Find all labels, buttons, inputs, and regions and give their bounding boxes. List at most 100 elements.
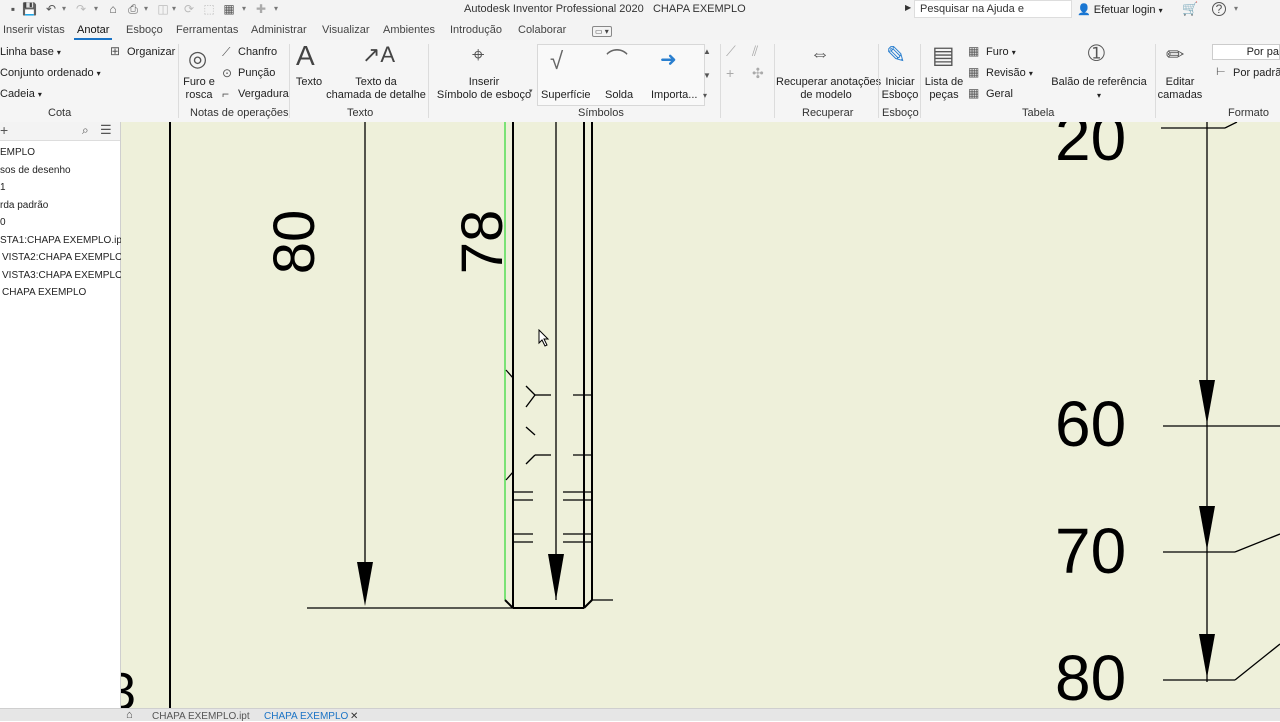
revisao-button[interactable]: Revisão ▾ bbox=[986, 67, 1033, 80]
gallery-expand-icon[interactable]: ▾ bbox=[703, 92, 707, 100]
add-icon[interactable]: + bbox=[0, 123, 8, 137]
tab-ambientes[interactable]: Ambientes bbox=[383, 24, 435, 36]
furo-table-button[interactable]: Furo ▾ bbox=[986, 46, 1016, 59]
print-dropdown-icon[interactable]: ▾ bbox=[142, 2, 150, 16]
superficie-button[interactable]: Superfície bbox=[541, 89, 591, 102]
importa-button[interactable]: Importa... bbox=[651, 89, 697, 102]
browser-item[interactable]: 0 bbox=[0, 217, 6, 228]
recuperar-anotacoes-button[interactable]: Recuperar anotações de modelo bbox=[776, 76, 881, 102]
select-icon[interactable]: ⬚ bbox=[202, 2, 216, 16]
drawing-canvas[interactable]: 80 78 20 60 70 80 3 bbox=[121, 122, 1280, 708]
iniciar-esboco-button[interactable]: Iniciar Esboço bbox=[880, 76, 920, 102]
help-search-input[interactable]: Pesquisar na Ajuda e comandos... bbox=[914, 0, 1072, 32]
sketch-symbol-icon: ⌖ bbox=[472, 42, 485, 67]
dimension-text-80[interactable]: 80 bbox=[1055, 646, 1126, 708]
help-icon[interactable]: ? bbox=[1212, 2, 1226, 16]
cadeia-button[interactable]: Cadeia ▾ bbox=[0, 88, 42, 101]
puncao-button[interactable]: Punção bbox=[238, 67, 275, 80]
tab-colaborar[interactable]: Colaborar bbox=[518, 24, 566, 36]
inserir-dropdown-icon[interactable]: ▾ bbox=[529, 88, 533, 95]
panel-separator bbox=[289, 44, 290, 118]
gallery-down-icon[interactable]: ▼ bbox=[703, 72, 711, 80]
center-mark-icon[interactable]: + bbox=[726, 66, 734, 80]
vergadura-button[interactable]: Vergadura bbox=[238, 88, 289, 101]
gallery-up-icon[interactable]: ▲ bbox=[703, 48, 711, 56]
furo-rosca-label-2: rosca bbox=[185, 89, 213, 101]
browser-item[interactable]: VISTA3:CHAPA EXEMPLO.ip bbox=[2, 270, 133, 281]
print-icon[interactable]: ⎙ bbox=[126, 2, 140, 16]
browser-item[interactable]: STA1:CHAPA EXEMPLO.ipt bbox=[0, 235, 125, 246]
linha-base-button[interactable]: Linha base ▾ bbox=[0, 46, 61, 59]
browser-item[interactable]: EMPLO bbox=[0, 147, 35, 158]
editar-label-2: camadas bbox=[1157, 89, 1203, 101]
home-icon[interactable]: ⌂ bbox=[126, 709, 133, 721]
dimension-text-78-vertical[interactable]: 78 bbox=[448, 207, 536, 277]
redo-icon[interactable]: ↷ bbox=[74, 2, 88, 16]
style-select[interactable]: Por pa bbox=[1212, 44, 1280, 60]
add-icon[interactable]: ✚ bbox=[254, 2, 268, 16]
centerline-bisector-icon[interactable]: ⫽ bbox=[752, 44, 758, 58]
dimension-text-70[interactable]: 70 bbox=[1055, 519, 1126, 583]
hole-thread-icon: ◎ bbox=[188, 46, 208, 71]
tab-administrar[interactable]: Administrar bbox=[251, 24, 307, 36]
browser-item[interactable]: sos de desenho bbox=[0, 165, 71, 176]
inserir-simbolo-button[interactable]: Inserir Símbolo de esboço bbox=[436, 76, 532, 102]
editar-camadas-button[interactable]: Editar camadas bbox=[1156, 76, 1204, 102]
centered-pattern-icon[interactable]: ✣ bbox=[752, 66, 764, 80]
customize-dropdown-icon[interactable]: ▾ bbox=[272, 2, 280, 16]
browser-item[interactable]: CHAPA EXEMPLO bbox=[2, 287, 86, 298]
tab-visualizar[interactable]: Visualizar bbox=[322, 24, 370, 36]
tab-introducao[interactable]: Introdução bbox=[450, 24, 502, 36]
menu-icon[interactable]: ☰ bbox=[100, 123, 112, 136]
update-icon[interactable]: ⟳ bbox=[182, 2, 196, 16]
dimension-text-20[interactable]: 20 bbox=[1055, 122, 1126, 170]
appearance-dropdown-icon[interactable]: ▾ bbox=[240, 2, 248, 16]
leader-text-icon: ↗A bbox=[362, 42, 396, 67]
start-sketch-icon: ✎ bbox=[886, 42, 907, 69]
undo-icon[interactable]: ↶ bbox=[44, 2, 58, 16]
appearance-icon[interactable]: ▦ bbox=[222, 2, 236, 16]
redo-dropdown-icon[interactable]: ▾ bbox=[92, 2, 100, 16]
save-icon[interactable]: 💾 bbox=[22, 2, 37, 16]
lista-pecas-button[interactable]: Lista de peças bbox=[922, 76, 966, 102]
general-table-icon: ▦ bbox=[968, 86, 980, 100]
search-icon[interactable]: ⌕ bbox=[82, 124, 89, 136]
measure-icon[interactable]: ◫ bbox=[156, 2, 170, 16]
furo-rosca-button[interactable]: Furo e rosca bbox=[182, 76, 216, 102]
doc-tab-drawing[interactable]: CHAPA EXEMPLO bbox=[264, 711, 348, 722]
chamfer-icon: ⟋ bbox=[222, 45, 231, 59]
furo-rosca-label-1: Furo e bbox=[183, 76, 215, 88]
conjunto-ordenado-button[interactable]: Conjunto ordenado ▾ bbox=[0, 67, 101, 80]
tab-ferramentas[interactable]: Ferramentas bbox=[176, 24, 238, 36]
balao-referencia-button[interactable]: Balão de referência ▾ bbox=[1044, 76, 1154, 102]
login-button[interactable]: 👤 Efetuar login ▾ bbox=[1077, 3, 1163, 16]
login-label: Efetuar login bbox=[1093, 4, 1156, 16]
solda-button[interactable]: Solda bbox=[605, 89, 633, 102]
chamada-detalhe-button[interactable]: Texto da chamada de detalhe bbox=[326, 76, 426, 102]
help-dropdown-icon[interactable]: ▾ bbox=[1232, 2, 1240, 16]
geral-button[interactable]: Geral bbox=[986, 88, 1013, 101]
measure-dropdown-icon[interactable]: ▾ bbox=[170, 2, 178, 16]
tab-anotar[interactable]: Anotar bbox=[77, 24, 109, 36]
chanfro-button[interactable]: Chanfro bbox=[238, 46, 277, 59]
undo-dropdown-icon[interactable]: ▾ bbox=[60, 2, 68, 16]
browser-item[interactable]: 1 bbox=[0, 182, 6, 193]
tab-inserir-vistas[interactable]: Inserir vistas bbox=[3, 24, 65, 36]
doc-tab-ipt[interactable]: CHAPA EXEMPLO.ipt bbox=[152, 711, 250, 722]
app-menu-icon[interactable]: ▪ bbox=[6, 2, 20, 16]
dimension-text-80-vertical[interactable]: 80 bbox=[260, 207, 348, 277]
dimension-text-60[interactable]: 60 bbox=[1055, 392, 1126, 456]
tab-options-icon[interactable]: ▭ ▾ bbox=[592, 26, 612, 37]
browser-item[interactable]: rda padrão bbox=[0, 200, 48, 211]
home-icon[interactable]: ⌂ bbox=[106, 2, 120, 16]
layer-select[interactable]: Por padrã bbox=[1233, 67, 1280, 80]
close-icon[interactable]: ✕ bbox=[350, 711, 358, 722]
search-expand-icon[interactable]: ▶ bbox=[905, 3, 911, 12]
ribbon-tabs: Inserir vistas Anotar Esboço Ferramentas… bbox=[0, 20, 1280, 40]
tab-esboco[interactable]: Esboço bbox=[126, 24, 163, 36]
texto-button[interactable]: Texto bbox=[292, 76, 326, 89]
centerline-icon[interactable]: ⟋ bbox=[726, 44, 736, 58]
browser-item[interactable]: VISTA2:CHAPA EXEMPLO.ip bbox=[2, 252, 133, 263]
organizar-button[interactable]: Organizar bbox=[127, 46, 175, 59]
cart-icon[interactable]: 🛒 bbox=[1182, 2, 1198, 16]
